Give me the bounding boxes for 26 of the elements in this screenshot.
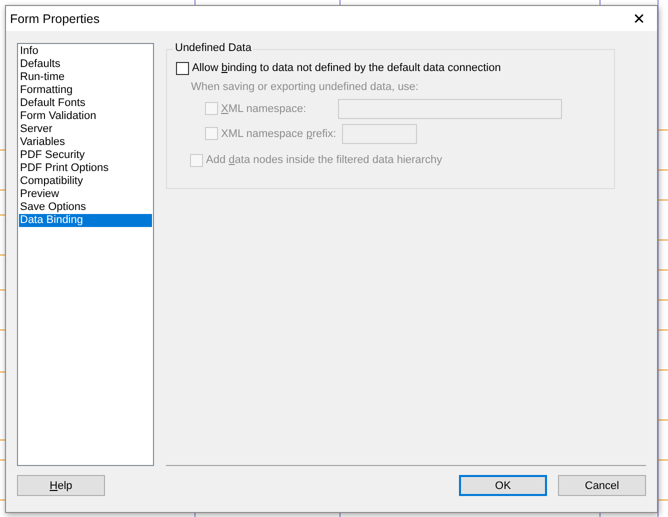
category-item[interactable]: Data Binding [19,214,152,227]
category-item[interactable]: Save Options [19,201,152,214]
category-item[interactable]: Variables [19,136,152,149]
category-item[interactable]: Run-time [19,71,152,84]
group-title: Undefined Data [173,42,254,54]
help-button[interactable]: Help [17,475,105,496]
checkbox-label: XML namespace prefix: [221,128,336,140]
close-button[interactable]: ✕ [621,6,657,31]
cancel-button[interactable]: Cancel [558,475,646,496]
window-title: Form Properties [10,12,100,26]
category-item[interactable]: PDF Print Options [19,162,152,175]
checkbox-label: XML namespace: [221,102,306,114]
category-item[interactable]: Form Validation [19,110,152,123]
ok-button[interactable]: OK [459,475,547,496]
hint-text: When saving or exporting undefined data, use: [191,80,420,95]
category-item[interactable]: PDF Security [19,149,152,162]
category-item[interactable]: Default Fonts [19,97,152,110]
category-item[interactable]: Server [19,123,152,136]
category-item[interactable]: Formatting [19,84,152,97]
category-item[interactable]: Defaults [19,58,152,71]
checkbox[interactable] [176,62,189,74]
category-item[interactable]: Info [19,45,152,58]
category-item[interactable]: Preview [19,188,152,201]
checkbox-label: Add data nodes inside the filtered data hierarchy [206,154,442,166]
checkbox-label: Allow binding to data not defined by the default data connection [192,62,501,74]
category-item[interactable]: Compatibility [19,175,152,188]
